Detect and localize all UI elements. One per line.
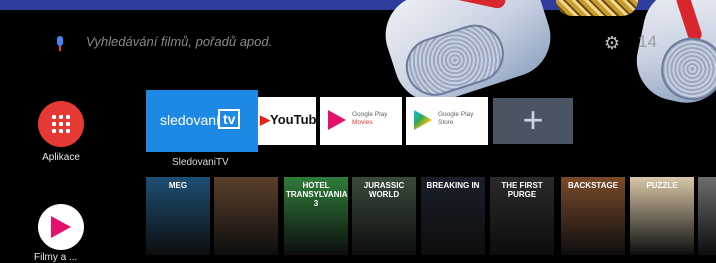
play-movies-icon [51,216,71,238]
movie-title: JURASSIC WORLD [363,181,405,199]
movie-poster[interactable]: MEG [146,177,210,255]
movie-title: MEG [168,181,188,190]
movie-poster[interactable]: HOTEL TRANSYLVANIA 3 [284,177,348,255]
sneaker-right-decoration [629,0,716,111]
sledovanitv-label: SledovaniTV [172,157,229,168]
apps-label: Aplikace [42,152,80,163]
apps-button[interactable] [38,101,84,147]
movie-poster[interactable] [214,177,278,255]
movie-title: HOTEL TRANSYLVANIA 3 [286,181,348,208]
sledovanitv-tile[interactable]: sledovaní tv [146,90,258,152]
youtube-tile[interactable]: ▶YouTube [258,97,324,145]
sneaker-left-decoration [375,0,561,113]
play-store-logo-icon [414,110,432,130]
movie-title: THE FIRST PURGE [501,181,543,199]
add-channel-button[interactable]: + [493,98,573,144]
movie-poster[interactable] [698,177,716,255]
movie-poster[interactable]: PUZZLE [630,177,694,255]
clock: 14 [638,32,657,51]
gold-decoration [556,0,638,16]
play-store-text: Google Play Store [438,111,474,126]
play-movies-text: Google Play Movies [352,111,388,126]
movie-title: PUZZLE [646,181,678,190]
play-movies-logo-icon [328,110,346,130]
movie-poster[interactable]: JURASSIC WORLD [352,177,416,255]
youtube-logo: ▶YouTube [260,112,324,127]
sledovanitv-tv-badge: tv [218,109,241,129]
movie-poster[interactable]: BACKSTAGE [561,177,625,255]
search-input[interactable]: Vyhledávání filmů, pořadů apod. [86,34,272,49]
movie-title: BACKSTAGE [567,181,619,190]
movie-poster[interactable]: BREAKING IN [421,177,485,255]
play-movies-button[interactable] [38,204,84,250]
apps-grid-icon [52,115,70,133]
google-play-movies-tile[interactable]: Google Play Movies [320,97,402,145]
movies-label: Filmy a ... [34,252,78,263]
mic-icon[interactable] [54,36,66,52]
sledovanitv-logo-text: sledovaní [160,112,220,128]
movie-title: BREAKING IN [426,181,480,190]
movie-poster[interactable]: THE FIRST PURGE [490,177,554,255]
plus-icon: + [522,99,544,140]
google-play-store-tile[interactable]: Google Play Store [406,97,488,145]
gear-icon[interactable]: ⚙ [603,34,621,52]
